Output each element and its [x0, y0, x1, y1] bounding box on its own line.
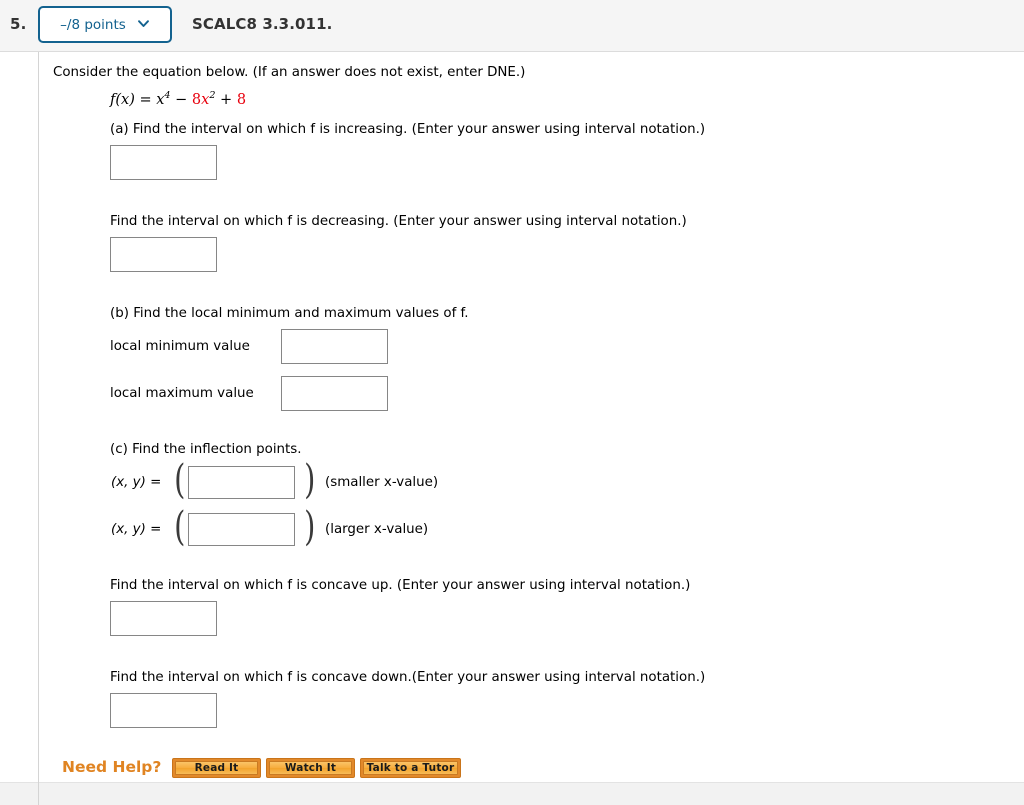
concave-down-prompt: Find the interval on which f is concave …: [110, 670, 706, 685]
question-header: 5. –/8 points SCALC8 3.3.011.: [0, 0, 1024, 52]
equation-coefficient: 8: [191, 92, 202, 108]
inflection-point-2-open-paren: (: [174, 504, 186, 550]
inflection-point-1-prefix: (x, y) =: [111, 475, 162, 490]
part-b-prompt: (b) Find the local minimum and maximum v…: [110, 306, 469, 321]
talk-to-a-tutor-button-label: Talk to a Tutor: [363, 761, 458, 775]
equation-constant: 8: [236, 92, 247, 108]
chevron-down-icon: [137, 17, 150, 30]
inflection-point-2-prefix: (x, y) =: [111, 522, 162, 537]
inflection-point-2-suffix: (larger x-value): [325, 522, 429, 537]
local-maximum-label: local maximum value: [110, 386, 254, 401]
concave-down-input[interactable]: [110, 693, 217, 728]
inflection-point-1-input[interactable]: [188, 466, 295, 499]
inflection-point-1-close-paren: ): [304, 457, 316, 503]
points-dropdown-button[interactable]: –/8 points: [38, 6, 172, 43]
footer-band-left: [0, 782, 38, 805]
concave-up-prompt: Find the interval on which f is concave …: [110, 578, 691, 593]
inflection-point-1-suffix: (smaller x-value): [325, 475, 439, 490]
read-it-button-label: Read It: [175, 761, 258, 775]
equation-lhs: f(x) =: [110, 92, 157, 108]
part-c-prompt: (c) Find the inflection points.: [110, 442, 302, 457]
assignment-identifier: SCALC8 3.3.011.: [192, 15, 333, 33]
part-a-decreasing-prompt: Find the interval on which f is decreasi…: [110, 214, 687, 229]
question-number: 5.: [10, 15, 27, 33]
left-rail: [0, 52, 38, 805]
local-minimum-input[interactable]: [281, 329, 388, 364]
concave-up-input[interactable]: [110, 601, 217, 636]
equation-operator1: −: [170, 92, 192, 108]
part-a-increasing-input[interactable]: [110, 145, 217, 180]
local-maximum-input[interactable]: [281, 376, 388, 411]
part-a-decreasing-input[interactable]: [110, 237, 217, 272]
read-it-button[interactable]: Read It: [172, 758, 261, 778]
footer-band: [39, 782, 1024, 805]
problem-intro-text: Consider the equation below. (If an answ…: [53, 65, 526, 80]
inflection-point-1-open-paren: (: [174, 457, 186, 503]
part-a-increasing-prompt: (a) Find the interval on which f is incr…: [110, 122, 706, 137]
watch-it-button[interactable]: Watch It: [266, 758, 355, 778]
local-minimum-label: local minimum value: [110, 339, 250, 354]
inflection-point-2-close-paren: ): [304, 504, 316, 550]
talk-to-a-tutor-button[interactable]: Talk to a Tutor: [360, 758, 461, 778]
inflection-point-2-input[interactable]: [188, 513, 295, 546]
points-label: –/8 points: [60, 16, 126, 33]
equation-display: f(x) = x4 − 8x2 + 8: [110, 91, 247, 108]
watch-it-button-label: Watch It: [269, 761, 352, 775]
equation-operator2: +: [215, 92, 237, 108]
need-help-label: Need Help?: [62, 758, 162, 776]
